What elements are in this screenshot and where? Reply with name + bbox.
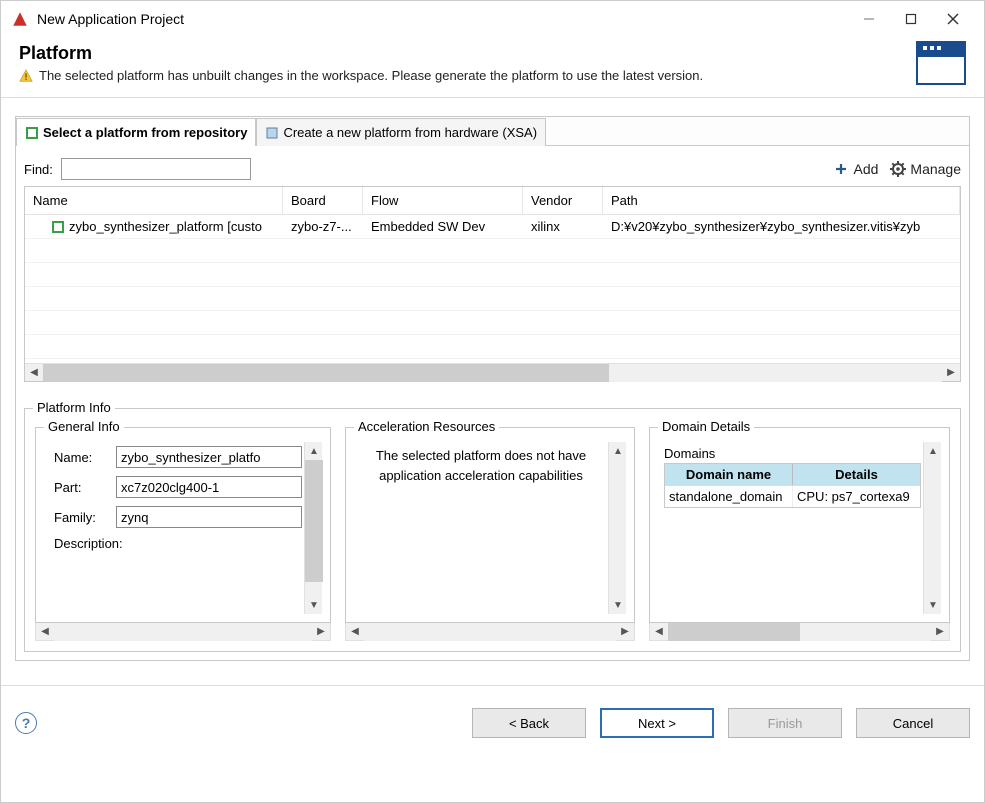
domains-label: Domains <box>664 446 921 461</box>
col-path[interactable]: Path <box>603 187 960 214</box>
general-info-group: General Info Name: Part: <box>35 427 331 623</box>
cell-path: D:¥v20¥zybo_synthesizer¥zybo_synthesizer… <box>603 216 960 237</box>
next-button[interactable]: Next > <box>600 708 714 738</box>
chip-icon <box>265 126 279 140</box>
help-button[interactable]: ? <box>15 712 37 734</box>
general-vscroll[interactable]: ▲ ▼ <box>304 442 322 614</box>
add-button[interactable]: Add <box>833 161 878 177</box>
table-hscroll[interactable]: ◀ ▶ <box>25 363 960 381</box>
plus-icon <box>833 161 849 177</box>
domain-legend: Domain Details <box>658 419 754 434</box>
accel-vscroll[interactable]: ▲ ▼ <box>608 442 626 614</box>
page-title: Platform <box>19 43 916 64</box>
scroll-down-icon[interactable]: ▼ <box>609 596 627 614</box>
scroll-left-icon[interactable]: ◀ <box>36 623 54 641</box>
scroll-down-icon[interactable]: ▼ <box>924 596 942 614</box>
col-flow[interactable]: Flow <box>363 187 523 214</box>
warning-icon <box>19 69 33 83</box>
domain-col-name[interactable]: Domain name <box>665 464 793 485</box>
cell-name: zybo_synthesizer_platform [custo <box>69 219 262 234</box>
accel-text-1: The selected platform does not have <box>354 446 608 466</box>
minimize-button[interactable] <box>848 5 890 33</box>
domain-hscroll[interactable]: ◀ ▶ <box>649 623 950 641</box>
scroll-right-icon[interactable]: ▶ <box>616 623 634 641</box>
finish-button[interactable]: Finish <box>728 708 842 738</box>
manage-label: Manage <box>910 161 961 177</box>
maximize-button[interactable] <box>890 5 932 33</box>
warning-text: The selected platform has unbuilt change… <box>39 68 703 83</box>
cell-flow: Embedded SW Dev <box>363 216 523 237</box>
table-header: Name Board Flow Vendor Path <box>25 187 960 215</box>
scroll-up-icon[interactable]: ▲ <box>305 442 323 460</box>
domain-row[interactable]: standalone_domain CPU: ps7_cortexa9 <box>665 485 920 507</box>
find-input[interactable] <box>61 158 251 180</box>
part-field[interactable] <box>116 476 302 498</box>
domains-table: Domain name Details standalone_domain CP… <box>664 463 921 508</box>
close-button[interactable] <box>932 5 974 33</box>
domain-cell-name: standalone_domain <box>665 486 793 507</box>
scroll-left-icon[interactable]: ◀ <box>650 623 668 641</box>
acceleration-group: Acceleration Resources The selected plat… <box>345 427 635 623</box>
platform-icon <box>51 220 65 234</box>
domain-col-details[interactable]: Details <box>793 464 920 485</box>
window-title: New Application Project <box>37 11 184 27</box>
platform-info-legend: Platform Info <box>33 400 115 415</box>
manage-button[interactable]: Manage <box>890 161 961 177</box>
platform-tabs: Select a platform from repository Create… <box>16 117 969 145</box>
dialog-header: Platform The selected platform has unbui… <box>1 37 984 97</box>
platform-info-group: Platform Info General Info Name: <box>24 408 961 652</box>
app-icon <box>11 10 29 28</box>
scroll-right-icon[interactable]: ▶ <box>931 623 949 641</box>
col-board[interactable]: Board <box>283 187 363 214</box>
general-legend: General Info <box>44 419 124 434</box>
tab-label: Create a new platform from hardware (XSA… <box>283 125 537 140</box>
name-field[interactable] <box>116 446 302 468</box>
scroll-left-icon[interactable]: ◀ <box>346 623 364 641</box>
general-hscroll[interactable]: ◀ ▶ <box>35 623 331 641</box>
cell-vendor: xilinx <box>523 216 603 237</box>
family-field[interactable] <box>116 506 302 528</box>
cancel-button[interactable]: Cancel <box>856 708 970 738</box>
domain-details-group: Domain Details Domains Domain name Detai… <box>649 427 950 623</box>
tab-label: Select a platform from repository <box>43 125 247 140</box>
scroll-up-icon[interactable]: ▲ <box>924 442 942 460</box>
tab-select-repository[interactable]: Select a platform from repository <box>16 118 256 146</box>
titlebar: New Application Project <box>1 1 984 37</box>
part-label: Part: <box>54 480 116 495</box>
find-label: Find: <box>24 162 53 177</box>
platform-icon <box>25 126 39 140</box>
scroll-up-icon[interactable]: ▲ <box>609 442 627 460</box>
table-row[interactable]: zybo_synthesizer_platform [custo zybo-z7… <box>25 215 960 239</box>
add-label: Add <box>853 161 878 177</box>
description-label: Description: <box>54 536 123 551</box>
platform-table: Name Board Flow Vendor Path zybo_synthes… <box>24 186 961 382</box>
back-button[interactable]: < Back <box>472 708 586 738</box>
name-label: Name: <box>54 450 116 465</box>
col-vendor[interactable]: Vendor <box>523 187 603 214</box>
domain-vscroll[interactable]: ▲ ▼ <box>923 442 941 614</box>
scroll-left-icon[interactable]: ◀ <box>25 364 43 382</box>
scroll-right-icon[interactable]: ▶ <box>942 364 960 382</box>
cell-board: zybo-z7-... <box>283 216 363 237</box>
gear-icon <box>890 161 906 177</box>
family-label: Family: <box>54 510 116 525</box>
domain-cell-details: CPU: ps7_cortexa9 <box>793 486 920 507</box>
tab-create-xsa[interactable]: Create a new platform from hardware (XSA… <box>256 118 546 146</box>
accel-hscroll[interactable]: ◀ ▶ <box>345 623 635 641</box>
window-icon <box>916 41 966 85</box>
scroll-down-icon[interactable]: ▼ <box>305 596 323 614</box>
scroll-right-icon[interactable]: ▶ <box>312 623 330 641</box>
accel-text-2: application acceleration capabilities <box>354 466 608 486</box>
col-name[interactable]: Name <box>25 187 283 214</box>
dialog-footer: ? < Back Next > Finish Cancel <box>1 685 984 752</box>
accel-legend: Acceleration Resources <box>354 419 499 434</box>
